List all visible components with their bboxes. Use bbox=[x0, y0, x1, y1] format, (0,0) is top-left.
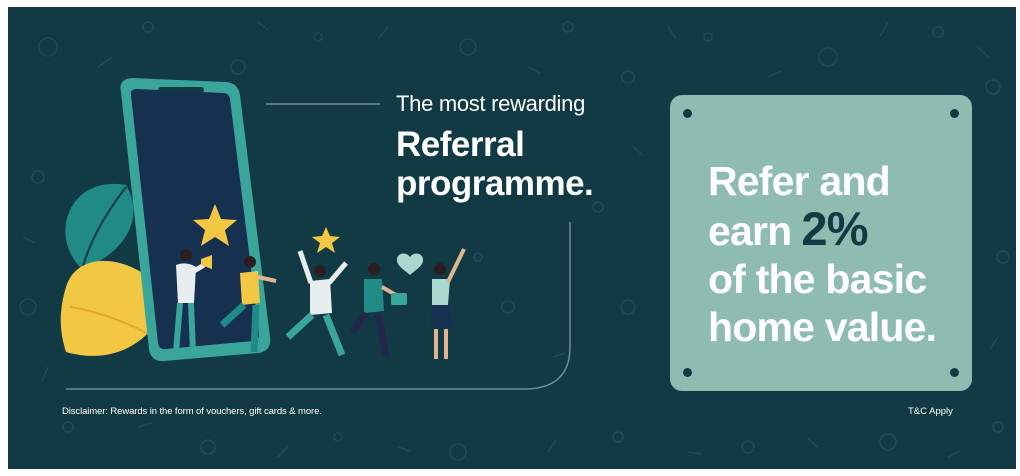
terms-link[interactable]: T&C Apply bbox=[908, 406, 953, 417]
disclaimer-text: Disclaimer: Rewards in the form of vouch… bbox=[62, 406, 322, 417]
star-icon bbox=[312, 227, 340, 253]
referral-banner: The most rewarding Referral programme. R… bbox=[8, 7, 1016, 469]
screw-dot bbox=[950, 109, 959, 118]
offer-panel: Refer and earn 2% of the basic home value… bbox=[670, 95, 972, 391]
celebrating-woman-icon bbox=[430, 248, 466, 359]
headline-line: Referral bbox=[396, 125, 525, 164]
offer-line: home value. bbox=[708, 304, 937, 350]
offer-text: Refer and earn 2% of the basic home value… bbox=[708, 157, 937, 351]
headline: Referral programme. bbox=[396, 125, 594, 203]
teal-leaf-icon bbox=[65, 183, 134, 270]
offer-percent: 2% bbox=[801, 202, 868, 255]
offer-line: of the basic bbox=[708, 256, 927, 302]
offer-earn-text: earn bbox=[708, 208, 792, 254]
screw-dot bbox=[683, 368, 692, 377]
heart-icon bbox=[396, 253, 424, 275]
celebrating-person-icon bbox=[285, 250, 348, 357]
headline-line: programme. bbox=[396, 164, 594, 203]
tagline-text: The most rewarding bbox=[396, 91, 586, 116]
offer-line: Refer and bbox=[708, 158, 891, 204]
person-with-briefcase-icon bbox=[349, 263, 407, 358]
offer-line: earn 2% bbox=[708, 205, 936, 255]
screw-dot bbox=[950, 368, 959, 377]
screw-dot bbox=[683, 109, 692, 118]
referral-illustration bbox=[60, 78, 466, 362]
